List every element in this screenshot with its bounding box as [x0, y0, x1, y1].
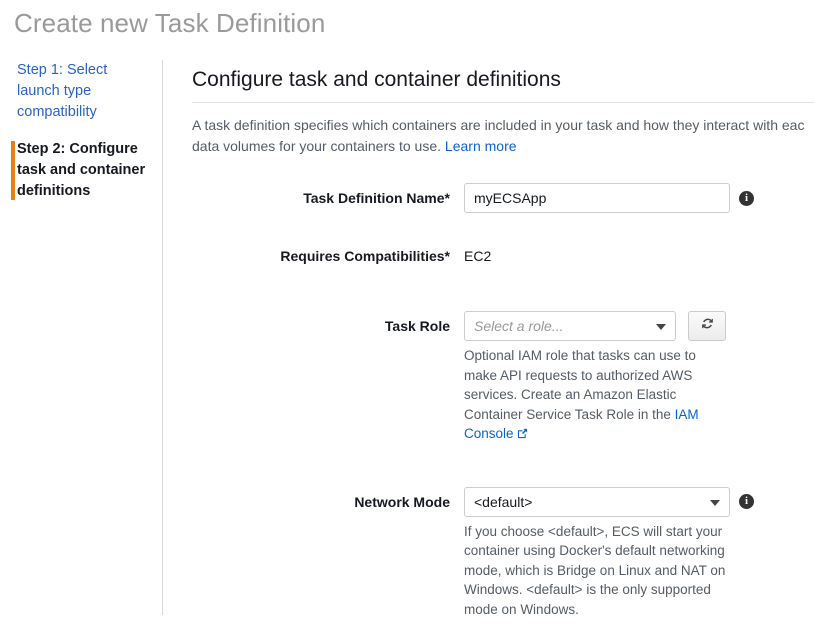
network-mode-field: <default> i If you choose <default>, ECS… — [464, 486, 754, 620]
page-layout: Step 1: Select launch type compatibility… — [0, 60, 814, 628]
task-definition-name-field: i — [464, 183, 754, 213]
sidebar-step-1-label: Step 1: Select launch type compatibility — [17, 62, 108, 120]
section-title: Configure task and container definitions — [192, 68, 561, 91]
wizard-sidebar: Step 1: Select launch type compatibility… — [0, 60, 163, 615]
sidebar-step-2[interactable]: Step 2: Configure task and container def… — [0, 139, 162, 202]
task-role-control-group: Select a role... — [464, 311, 732, 341]
learn-more-link[interactable]: Learn more — [445, 138, 517, 154]
refresh-roles-button[interactable] — [688, 311, 726, 341]
info-icon[interactable]: i — [739, 190, 754, 206]
task-definition-name-label: Task Definition Name* — [303, 190, 450, 206]
row-requires-compatibilities: Requires Compatibilities* EC2 — [192, 241, 814, 271]
info-icon[interactable]: i — [739, 494, 754, 509]
network-mode-help-line-2: container using Docker's default network… — [464, 543, 725, 558]
sidebar-step-2-label: Step 2: Configure task and container def… — [17, 141, 146, 199]
intro-line-1: A task definition specifies which contai… — [192, 117, 805, 133]
refresh-icon — [700, 316, 715, 336]
section-divider — [192, 102, 814, 103]
network-mode-help-line-1: If you choose <default>, ECS will start … — [464, 523, 723, 539]
task-definition-name-input-group: i — [464, 183, 754, 213]
task-role-select[interactable]: Select a role... — [464, 311, 676, 341]
task-role-selected-value: Select a role... — [474, 318, 564, 334]
row-task-definition-name: Task Definition Name* i — [192, 183, 814, 213]
network-mode-help-line-3: mode, which is Bridge on Linux and NAT o… — [464, 562, 726, 578]
network-mode-control-group: <default> i — [464, 486, 754, 517]
page-title: Create new Task Definition — [14, 8, 326, 38]
task-definition-form: Task Definition Name* i Requires Compati… — [192, 183, 814, 619]
network-mode-help-line-5: on Windows. — [501, 601, 579, 617]
chevron-down-icon — [710, 499, 720, 506]
network-mode-selected-value: <default> — [474, 493, 533, 510]
requires-compatibilities-value: EC2 — [464, 248, 492, 264]
task-role-help-text: Optional IAM role that tasks can use to … — [464, 346, 732, 445]
requires-compatibilities-label: Requires Compatibilities* — [280, 248, 450, 264]
task-definition-name-input[interactable] — [464, 183, 730, 213]
sidebar-step-1[interactable]: Step 1: Select launch type compatibility — [0, 60, 162, 123]
task-role-label: Task Role — [384, 318, 450, 334]
intro-text: A task definition specifies which contai… — [192, 115, 814, 157]
row-network-mode: Network Mode <default> i If you choose <… — [192, 486, 814, 620]
requires-compatibilities-field: EC2 — [464, 241, 491, 271]
main-content: Configure task and container definitions… — [192, 60, 814, 619]
task-role-field: Select a role... Optional IAM role that … — [464, 311, 732, 445]
network-mode-label: Network Mode — [354, 493, 450, 510]
row-task-role: Task Role Select a role... Optional IAM … — [192, 311, 814, 445]
chevron-down-icon — [656, 324, 666, 330]
network-mode-select[interactable]: <default> — [464, 486, 730, 517]
intro-line-2: data volumes for your containers to use. — [192, 138, 442, 154]
external-link-icon — [517, 425, 528, 445]
network-mode-help-text: If you choose <default>, ECS will start … — [464, 522, 732, 620]
